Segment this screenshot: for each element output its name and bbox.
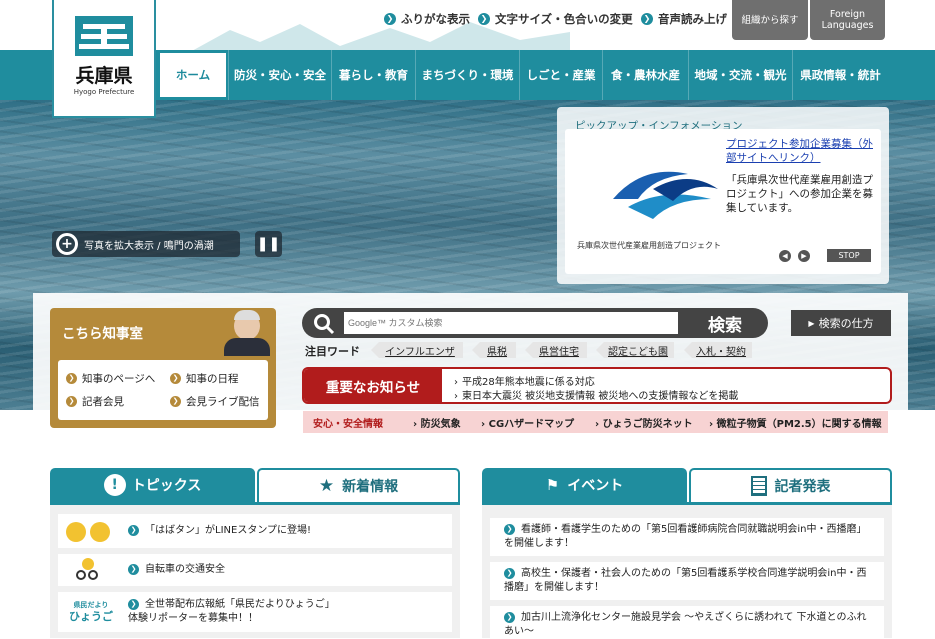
logo-subtext: Hyogo Prefecture [73,88,135,96]
search-button[interactable]: 検索 [682,308,768,338]
habatan-thumb [66,520,112,542]
chevron-right-icon: ❯ [641,13,653,25]
chevron-right-icon: ❯ [66,396,77,407]
chevron-right-icon: ❯ [504,523,515,535]
next-arrow-icon[interactable]: ▶ [798,250,810,262]
zoom-photo-button[interactable]: + 写真を拡大表示 / 鳴門の渦潮 [52,231,240,257]
chevron-right-icon: › [454,391,458,402]
search-input[interactable] [344,312,678,334]
important-notice: 重要なお知らせ › 平成28年熊本地震に係る対応 › 東日本大震災 被災地支援情報 … [302,367,892,404]
chevron-right-icon: › [413,419,418,430]
chevron-right-icon: ❯ [128,598,139,610]
chevron-right-icon: ❯ [478,13,490,25]
tab-press-release[interactable]: 記者発表 [689,468,892,502]
events-tabbox: ⚑ イベント 記者発表 ❯ 看護師・看護学生のための「第5回看護師病院合同就職説明… [482,468,892,638]
governor-page-link[interactable]: ❯ 知事のページへ [66,371,155,386]
governor-photo [220,308,274,356]
list-item[interactable]: ❯ 加古川上流浄化センター施設見学会 ～やえざくらに誘われて 下水道とのふれあい～ [490,606,884,638]
notice-item[interactable]: › 平成28年熊本地震に係る対応 [454,373,595,388]
governor-schedule-link[interactable]: ❯ 知事の日程 [170,371,239,386]
keyword-tax[interactable]: 県税 [472,342,516,358]
search-help-button[interactable]: ▶ 検索の仕方 [791,310,891,336]
governor-office-box: こちら知事室 ❯ 知事のページへ ❯ 知事の日程 ❯ 記者会見 ❯ 会見ライブ配信 [50,308,276,428]
kenmin-dayori-thumb: 県民だより ひょうご [69,601,113,623]
chevron-right-icon: ❯ [170,396,181,407]
pause-slideshow-button[interactable]: ❚❚ [255,231,282,257]
safety-hazard-link[interactable]: › CGハザードマップ [481,415,574,430]
keywords-label: 注目ワード [305,345,360,358]
chevron-right-icon: › [481,419,486,430]
notice-label: 重要なお知らせ [304,369,442,402]
pickup-link[interactable]: プロジェクト参加企業募集（外部サイトへリンク） [726,137,876,165]
chevron-right-icon: ❯ [128,524,139,536]
list-item[interactable]: 県民だより ひょうご ❯ 全世帯配布広報紙「県民だよりひょうご」体験リポーターを募… [58,592,452,632]
safety-weather-link[interactable]: › 防災気象 [413,415,461,430]
flag-icon: ⚑ [545,476,560,494]
foreign-languages-button[interactable]: Foreign Languages [810,0,885,40]
project-logo-image [613,171,718,219]
list-item[interactable]: ❯ 看護師・看護学生のための「第5回看護師病院合同就職説明会in中・西播磨」を開催… [490,518,884,556]
tab-new-info[interactable]: ★ 新着情報 [257,468,460,502]
notice-item[interactable]: › 東日本大震災 被災地支援情報 被災地への支援情報などを掲載 [454,387,738,402]
topics-tabbox: ! トピックス ★ 新着情報 ❯ 「はばタン」がLINEスタンプに登場! ❯ 自転車… [50,468,460,638]
nav-living[interactable]: 暮らし・教育 [331,50,415,100]
governor-title: こちら知事室 [62,326,143,342]
read-aloud-link[interactable]: ❯ 音声読み上げ [641,11,727,27]
pickup-description: 「兵庫県次世代産業雇用創造プロジェクト」への参加企業を募集しています。 [726,174,873,214]
text-size-link[interactable]: ❯ 文字サイズ・色合いの変更 [478,11,633,27]
safety-info-bar: 安心・安全情報 › 防災気象 › CGハザードマップ › ひょうご防災ネット ›… [303,411,888,433]
zoom-plus-icon: + [56,233,78,255]
nav-food[interactable]: 食・農林水産 [602,50,688,100]
document-icon [750,476,767,496]
safety-pm25-link[interactable]: › 微粒子物質（PM2.5）に関する情報 [709,415,882,430]
live-stream-link[interactable]: ❯ 会見ライブ配信 [170,394,260,409]
prefecture-logo[interactable]: 兵庫県 Hyogo Prefecture [52,0,156,118]
keyword-bid[interactable]: 入札・契約 [684,342,752,358]
nav-prefgov[interactable]: 県政情報・統計 [792,50,888,100]
hyogo-emblem-icon [75,16,133,56]
chevron-right-icon: ▶ [808,318,815,328]
list-item[interactable]: ❯ 自転車の交通安全 [58,554,452,586]
nav-town[interactable]: まちづくり・環境 [415,50,519,100]
tab-events[interactable]: ⚑ イベント [482,468,687,502]
prev-arrow-icon[interactable]: ◀ [779,250,791,262]
star-icon: ★ [318,476,335,496]
stop-button[interactable]: STOP [827,249,871,262]
keyword-influenza[interactable]: インフルエンザ [371,342,463,358]
chevron-right-icon: ❯ [504,567,515,579]
search-bar: 検索 [302,308,768,338]
nav-work[interactable]: しごと・産業 [519,50,602,100]
chevron-right-icon: › [595,419,600,430]
list-item[interactable]: ❯ 「はばタン」がLINEスタンプに登場! [58,514,452,548]
chevron-right-icon: ❯ [128,563,139,575]
bicycle-thumb [74,558,100,582]
pickup-info-box: ピックアップ・インフォメーション 兵庫県次世代産業雇用創造プロジェクト プロジェ… [557,107,889,284]
chevron-right-icon: ❯ [384,13,396,25]
furigana-link[interactable]: ❯ ふりがな表示 [384,11,470,27]
chevron-right-icon: ❯ [504,611,515,623]
nav-home[interactable]: ホーム [160,53,226,97]
project-caption: 兵庫県次世代産業雇用創造プロジェクト [577,241,721,250]
nav-disaster[interactable]: 防災・安心・安全 [228,50,331,100]
keyword-kodomoen[interactable]: 認定こども園 [596,342,674,358]
chevron-right-icon: ❯ [66,373,77,384]
logo-text: 兵庫県 [75,65,133,87]
list-item[interactable]: ❯ 高校生・保護者・社会人のための「第5回看護系学校合同進学説明会in中・西播磨」… [490,562,884,600]
safety-label: 安心・安全情報 [313,419,383,430]
keyword-housing[interactable]: 県営住宅 [525,342,587,358]
chevron-right-icon: ❯ [170,373,181,384]
nav-region[interactable]: 地域・交流・観光 [688,50,792,100]
tab-topics[interactable]: ! トピックス [50,468,255,502]
pause-icon: ❚❚ [256,236,281,252]
chevron-right-icon: › [709,419,714,430]
safety-net-link[interactable]: › ひょうご防災ネット [595,415,693,430]
press-conference-link[interactable]: ❯ 記者会見 [66,394,124,409]
org-search-button[interactable]: 組織から探す [732,0,808,40]
search-icon [314,314,335,335]
exclamation-icon: ! [103,474,126,496]
